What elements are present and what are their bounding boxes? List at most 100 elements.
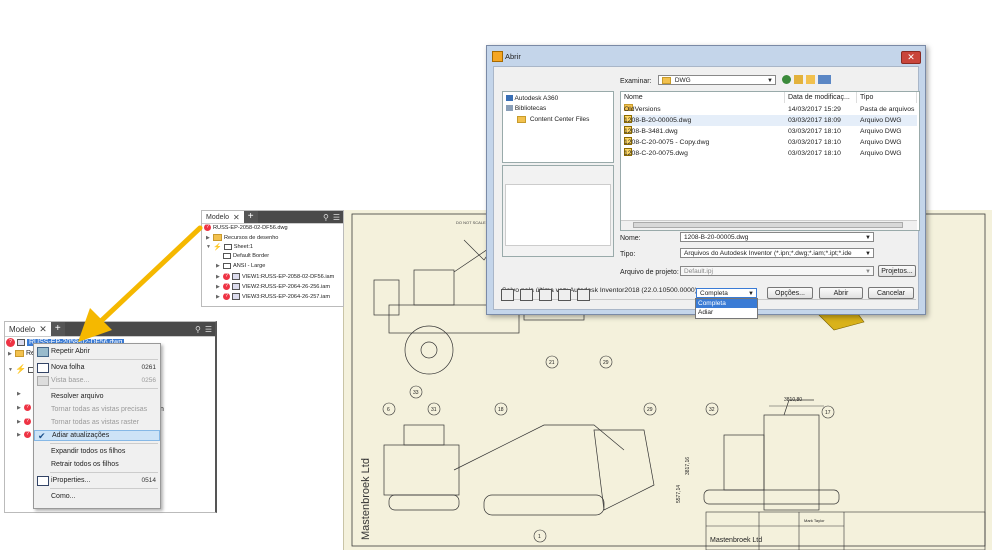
tree-item-view3[interactable]: ▶ ? VIEW3:RUSS-EP-2064-26-257.iam — [216, 293, 330, 300]
file-row[interactable]: 1208-C-20-0075 - Copy.dwg 03/03/2017 18:… — [621, 137, 917, 148]
cloud-icon — [506, 95, 513, 102]
titleblock-icon — [223, 263, 231, 269]
chevron-right-icon[interactable]: ▶ — [216, 263, 221, 269]
file-row[interactable]: OldVersions 14/03/2017 15:29 Pasta de ar… — [621, 104, 917, 115]
view-icon — [232, 283, 240, 290]
balloon-4: 6 — [387, 407, 390, 413]
tree-item-border[interactable]: Default Border — [216, 253, 269, 259]
filename-combo[interactable]: 1208-B-20-00005.dwg ▼ — [680, 232, 874, 242]
option-defer[interactable]: Adiar — [696, 308, 757, 317]
chevron-right-icon[interactable]: ▶ — [17, 391, 22, 397]
chevron-right-icon[interactable]: ▶ — [8, 351, 13, 357]
chevron-right-icon[interactable]: ▶ — [216, 274, 221, 280]
chevron-right-icon[interactable]: ▶ — [216, 284, 221, 290]
tree-item-view2[interactable]: ▶ ? VIEW2:RUSS-EP-2064-26-256.iam — [216, 283, 330, 290]
chevron-down-icon[interactable]: ▼ — [8, 367, 13, 373]
file-row[interactable]: 1208-B-20-00005.dwg 03/03/2017 18:09 Arq… — [621, 115, 917, 126]
settings-icon[interactable] — [577, 289, 590, 301]
menu-item-expand-all[interactable]: Expandir todos os filhos — [34, 446, 160, 457]
options-button[interactable]: Opções... — [767, 287, 813, 299]
drawing-icon: ? — [6, 338, 15, 347]
column-name[interactable]: Nome — [621, 92, 785, 103]
location-a360[interactable]: Autodesk A360 — [506, 95, 558, 102]
open-button[interactable]: Abrir — [819, 287, 863, 299]
tab-modelo[interactable]: Modelo — [5, 325, 39, 334]
up-folder-icon[interactable] — [794, 75, 803, 84]
open-dialog: Abrir ✕ Autodesk A360 Bibliotecas Conten… — [486, 45, 926, 315]
balloon-8: 32 — [709, 407, 715, 413]
chevron-down-icon: ▼ — [865, 251, 871, 257]
chevron-right-icon[interactable]: ▶ — [216, 294, 221, 300]
load-mode-combo[interactable]: Completa ▼ — [696, 288, 757, 298]
dialog-titlebar[interactable]: Abrir ✕ — [487, 46, 925, 66]
look-in-combo[interactable]: DWG ▼ — [658, 75, 776, 85]
warning-icon: ? — [24, 431, 31, 438]
tree-item-sheet[interactable]: ▼ ⚡ — [8, 364, 37, 375]
cancel-button[interactable]: Cancelar — [868, 287, 914, 299]
tree-item-resources[interactable]: ▶ Recursos de desenho — [206, 234, 278, 241]
library-icon — [506, 105, 513, 112]
tree-item-titleblock[interactable]: ▶ ANSI - Large — [216, 263, 265, 269]
warning-icon: ? — [223, 293, 230, 300]
chevron-right-icon[interactable]: ▶ — [17, 419, 22, 425]
warning-icon: ? — [24, 418, 31, 425]
close-icon[interactable]: ✕ — [39, 324, 47, 335]
lightning-icon: ⚡ — [15, 364, 27, 374]
tree-item-row[interactable]: ▶? — [17, 431, 31, 438]
menu-item-iproperties[interactable]: iProperties... 0514 — [34, 475, 160, 486]
view-menu-icon[interactable] — [818, 75, 831, 84]
nav-toolbar — [782, 75, 831, 84]
scrollbar-thumb[interactable] — [633, 222, 903, 228]
balloon-6: 18 — [498, 407, 504, 413]
menu-item-base-view[interactable]: Vista base... 0256 — [34, 375, 160, 386]
tree-item-row[interactable]: ▶? — [17, 404, 31, 411]
projects-button[interactable]: Projetos... — [878, 265, 916, 277]
tab-modelo[interactable]: Modelo — [202, 214, 233, 221]
help-icon[interactable] — [501, 289, 514, 301]
new-folder-icon[interactable] — [806, 75, 815, 84]
menu-item-defer-updates[interactable]: ✔ Adiar atualizações — [34, 430, 160, 441]
column-type[interactable]: Tipo — [857, 92, 917, 103]
menu-item-resolve-file[interactable]: Resolver arquivo — [34, 391, 160, 402]
file-row[interactable]: 1208-B-3481.dwg 03/03/2017 18:10 Arquivo… — [621, 126, 917, 137]
menu-item-precise-views[interactable]: Tornar todas as vistas precisas — [34, 404, 160, 415]
project-combo[interactable]: Default.ipj ▼ — [680, 266, 874, 276]
preview-toggle-icon[interactable] — [558, 289, 571, 301]
menu-item-new-sheet[interactable]: Nova folha 0261 — [34, 362, 160, 373]
file-row[interactable]: 1208-C-20-0075.dwg 03/03/2017 18:10 Arqu… — [621, 148, 917, 159]
folder-icon — [517, 116, 526, 123]
add-tab-icon[interactable]: + — [243, 211, 258, 223]
look-in-label: Examinar: — [620, 78, 652, 85]
menu-item-raster-views[interactable]: Tornar todas as vistas raster — [34, 417, 160, 428]
sheet-icon — [223, 244, 232, 250]
filetype-combo[interactable]: Arquivos do Autodesk Inventor (*.ipn;*.d… — [680, 248, 874, 258]
tree-item-row[interactable]: ▶ — [17, 391, 22, 397]
location-libraries[interactable]: Bibliotecas — [506, 105, 546, 112]
menu-item-repeat-open[interactable]: Repetir Abrir — [34, 346, 160, 357]
tree-item-row[interactable]: ▶? — [17, 418, 31, 425]
lightning-icon: ⚡ — [213, 244, 222, 251]
tree-item-view1[interactable]: ▶ ? VIEW1:RUSS-EP-2058-02-DF56.iam — [216, 273, 334, 280]
tree-item-sheet[interactable]: ▼ ⚡ Sheet:1 — [206, 243, 253, 251]
open-icon — [37, 346, 49, 357]
balloon-2: 29 — [603, 360, 609, 366]
search-icon[interactable]: ⚲ — [323, 213, 329, 222]
chevron-right-icon[interactable]: ▶ — [17, 405, 22, 411]
column-date[interactable]: Data de modificaç... — [785, 92, 857, 103]
close-icon[interactable]: ✕ — [901, 51, 921, 64]
vault-icon[interactable] — [539, 289, 552, 301]
find-icon[interactable] — [520, 289, 533, 301]
chevron-down-icon: ▼ — [865, 269, 871, 275]
menu-icon[interactable]: ☰ — [333, 213, 340, 222]
horizontal-scrollbar[interactable] — [621, 220, 917, 230]
option-complete[interactable]: Completa — [696, 299, 757, 308]
menu-item-collapse-all[interactable]: Retrair todos os filhos — [34, 459, 160, 470]
tree-item-resources[interactable]: ▶ Re — [8, 350, 35, 357]
chevron-right-icon[interactable]: ▶ — [17, 432, 22, 438]
close-icon[interactable]: ✕ — [233, 213, 240, 222]
back-icon[interactable] — [782, 75, 791, 84]
preview-pane — [502, 165, 614, 257]
location-content-center[interactable]: Content Center Files — [517, 116, 589, 123]
menu-item-how-to[interactable]: Como... — [34, 491, 160, 502]
tree-root[interactable]: ? RUSS-EP-2058-02-DF56.dwg — [204, 224, 288, 231]
